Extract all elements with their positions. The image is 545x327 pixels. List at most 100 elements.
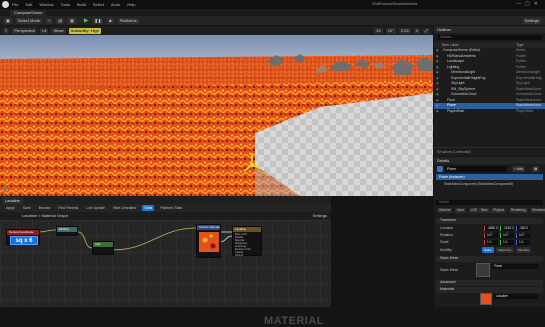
mobility-stationary[interactable]: Stationary <box>496 247 514 253</box>
menu-build[interactable]: Build <box>77 2 86 7</box>
menu-help[interactable]: Help <box>127 2 135 7</box>
material-result-node[interactable]: Lavaline Base Color Metallic Specular Rough… <box>232 226 262 257</box>
viewport-menu-icon[interactable]: ≡ <box>3 27 10 34</box>
perspective-button[interactable]: Perspective <box>12 27 38 34</box>
scale-snap-button[interactable]: 0.25 <box>398 27 411 34</box>
breadcrumb-text[interactable]: Lavaline > Material Graph <box>22 213 68 218</box>
static-mesh-section[interactable]: Static Mesh <box>436 256 543 262</box>
location-y-field[interactable]: -3245.0 <box>500 226 514 231</box>
platform-stats-button[interactable]: Platform Stats <box>158 205 184 211</box>
stats-button[interactable]: Stats <box>142 205 155 211</box>
select-mode-dropdown[interactable]: Select Mode <box>15 17 43 24</box>
scalability-badge[interactable]: Scalability: High <box>68 27 101 34</box>
material-thumbnail[interactable] <box>480 293 492 305</box>
add-component-button[interactable]: + Add <box>512 166 526 172</box>
scale-z-field[interactable]: 1.0 <box>516 240 530 245</box>
materials-section[interactable]: Materials <box>436 287 543 293</box>
filter-tab[interactable]: LOD <box>468 208 480 213</box>
menu-edit[interactable]: Edit <box>25 2 32 7</box>
tab-lavaline[interactable]: Lavaline <box>2 197 23 204</box>
material-editor-toolbar: Apply Save Browse Find Parents Live Upda… <box>0 204 331 212</box>
filter-tab[interactable]: Streaming <box>530 208 545 213</box>
static-mesh-thumbnail[interactable] <box>476 263 490 277</box>
menu-tools[interactable]: Tools <box>61 2 70 7</box>
outliner-row[interactable]: ◉ PlayerStart PlayerStart <box>434 109 545 115</box>
rotation-z-field[interactable]: 0.0° <box>516 233 530 238</box>
outliner-search-input[interactable]: Search... <box>437 35 542 40</box>
filter-tab[interactable]: Misc <box>479 208 490 213</box>
viewport-scene <box>0 35 433 196</box>
menu-select[interactable]: Select <box>93 2 104 7</box>
filter-tab[interactable]: Rendering <box>508 208 528 213</box>
texcoord-node[interactable]: TextureCoordinate sq x 6 <box>6 229 40 245</box>
material-graph-canvas[interactable]: TextureCoordinate sq x 6 Multiply Add Te… <box>0 220 331 327</box>
visibility-eye-icon[interactable]: ◉ <box>436 109 439 115</box>
menu-file[interactable]: File <box>12 2 18 7</box>
static-mesh-picker[interactable]: Plane <box>492 264 538 269</box>
advanced-section[interactable]: Advanced <box>436 280 543 286</box>
material-editor: Lavaline Apply Save Browse Find Parents … <box>0 196 331 327</box>
camera-speed-button[interactable]: 4 <box>413 27 420 34</box>
filter-tab[interactable]: General <box>437 208 453 213</box>
save-icon[interactable]: ▣ <box>4 17 12 24</box>
material-picker[interactable]: Lavaline <box>494 294 538 299</box>
cinematics-icon[interactable]: ▦ <box>68 17 76 24</box>
component-static-mesh[interactable]: StaticMeshComponent (StaticMeshComponent… <box>436 181 543 187</box>
empty-dock-area <box>331 196 434 307</box>
menu-actor[interactable]: Actor <box>111 2 120 7</box>
graph-settings-button[interactable]: Settings <box>313 212 327 220</box>
texture-sample-node[interactable]: Texture Sample <box>196 224 221 258</box>
platforms-dropdown[interactable]: Platforms <box>117 17 139 24</box>
location-x-field[interactable]: -4860.0 <box>484 226 498 231</box>
unreal-logo-icon[interactable] <box>2 1 9 8</box>
angle-snap-button[interactable]: 10° <box>385 27 396 34</box>
actor-name-field[interactable]: Plane <box>445 166 507 172</box>
add-node[interactable]: Add <box>92 241 114 255</box>
column-item-label[interactable]: Item Label <box>442 43 458 47</box>
show-button[interactable]: Show <box>51 27 66 34</box>
grid-snap-button[interactable]: 10 <box>374 27 383 34</box>
outliner-title: Outliner <box>434 26 545 33</box>
details-search-input[interactable]: Search <box>436 200 543 205</box>
find-parents-button[interactable]: Find Parents <box>56 205 80 211</box>
outliner-tree: ◉ ComposeScene (Editor) World ◉ HDRIandAmbie… <box>434 48 545 114</box>
browse-button[interactable]: Browse <box>37 205 53 211</box>
texture-sample-title: Texture Sample <box>197 225 220 230</box>
stop-icon[interactable]: ■ <box>107 17 114 24</box>
menu-window[interactable]: Window <box>39 2 53 7</box>
texcoord-node-title: TextureCoordinate <box>7 230 39 235</box>
menu-bar: File Edit Window Tools Build Select Acto… <box>0 0 545 9</box>
outliner-panel: Outliner Search... Item Label Type ◉ Comp… <box>434 26 545 156</box>
window-controls[interactable]: —▢✕ <box>516 1 542 7</box>
live-update-button[interactable]: Live Update <box>84 205 107 211</box>
location-z-field[interactable]: -380.0 <box>516 226 530 231</box>
pause-icon[interactable]: ❚❚ <box>92 17 104 24</box>
lit-button[interactable]: Lit <box>40 27 49 34</box>
scale-x-field[interactable]: 1.0 <box>484 240 498 245</box>
rotation-y-field[interactable]: 0.0° <box>500 233 514 238</box>
rotation-x-field[interactable]: 0.0° <box>484 233 498 238</box>
outliner-row-type: PlayerStart <box>516 108 534 113</box>
graph-breadcrumb: Lavaline > Material Graph Settings <box>0 212 331 220</box>
apply-button[interactable]: Apply <box>4 205 17 211</box>
filter-tab[interactable]: Actor <box>454 208 467 213</box>
details-panel: Details Plane + Add ▤ Plane (Instance) S… <box>434 157 545 307</box>
settings-button[interactable]: Settings <box>522 17 541 24</box>
filter-tab[interactable]: Physics <box>491 208 507 213</box>
transform-section[interactable]: Transform <box>436 218 543 224</box>
level-viewport[interactable] <box>0 35 433 196</box>
multiply-node[interactable]: Multiply <box>56 226 78 236</box>
add-actor-icon[interactable]: + <box>46 17 53 24</box>
mobility-static[interactable]: Static <box>482 247 494 253</box>
blueprint-button-icon[interactable]: ▤ <box>532 166 540 172</box>
play-icon[interactable]: ▶ <box>84 17 89 24</box>
mobility-movable[interactable]: Movable <box>516 247 532 253</box>
outliner-row-label: PlayerStart <box>447 108 465 113</box>
save-material-button[interactable]: Save <box>21 205 33 211</box>
hide-unrelated-button[interactable]: Hide Unrelated <box>111 205 138 211</box>
component-root[interactable]: Plane (Instance) <box>436 174 543 180</box>
maximize-viewport-icon[interactable]: ⤢ <box>422 27 430 34</box>
scale-y-field[interactable]: 1.0 <box>500 240 514 245</box>
material-input-pin[interactable]: Normal <box>235 254 243 257</box>
blueprint-icon[interactable]: ▤ <box>56 17 65 24</box>
